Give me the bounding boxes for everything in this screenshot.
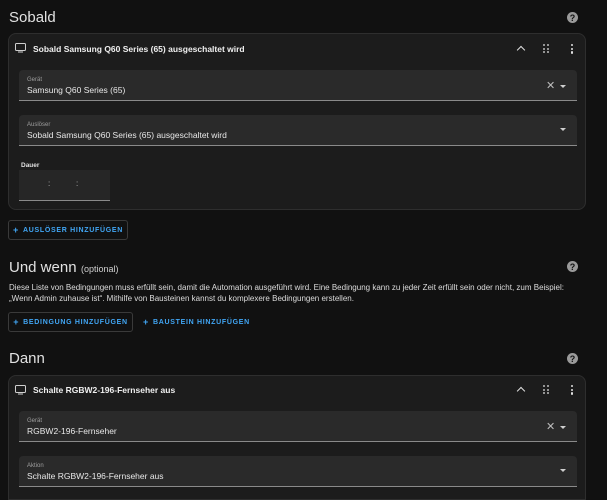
tv-icon <box>15 43 26 53</box>
add-condition-button[interactable]: + BEDINGUNG HINZUFÜGEN <box>8 312 133 332</box>
device-value: Samsung Q60 Series (65) <box>27 85 126 95</box>
duration-separator: : <box>48 179 51 188</box>
sobald-heading: Sobald <box>9 9 56 26</box>
more-options-icon[interactable] <box>571 44 574 54</box>
optional-label: (optional) <box>81 264 119 274</box>
trigger-select[interactable]: Auslöser Sobald Samsung Q60 Series (65) … <box>19 115 577 146</box>
device-select[interactable]: Gerät Samsung Q60 Series (65) ✕ <box>19 70 577 101</box>
drag-handle-icon[interactable] <box>543 44 549 53</box>
action-value: Schalte RGBW2-196-Fernseher aus <box>27 471 164 481</box>
trigger-card: Sobald Samsung Q60 Series (65) ausgescha… <box>8 33 586 210</box>
trigger-value: Sobald Samsung Q60 Series (65) ausgescha… <box>27 130 227 140</box>
more-options-icon[interactable] <box>571 385 574 395</box>
action-select[interactable]: Aktion Schalte RGBW2-196-Fernseher aus <box>19 456 577 487</box>
conditions-description: Diese Liste von Bedingungen muss erfüllt… <box>9 283 564 303</box>
add-block-button[interactable]: + BAUSTEIN HINZUFÜGEN <box>143 317 250 327</box>
clear-icon[interactable]: ✕ <box>546 81 555 92</box>
add-block-label: BAUSTEIN HINZUFÜGEN <box>152 318 250 326</box>
collapse-icon[interactable] <box>516 45 526 55</box>
plus-icon: + <box>13 317 20 327</box>
plus-icon: + <box>13 225 19 235</box>
dropdown-arrow-icon[interactable] <box>560 85 566 88</box>
dropdown-arrow-icon[interactable] <box>560 469 566 472</box>
und-wenn-title: Und wenn <box>9 259 77 276</box>
action-label: Aktion <box>27 463 44 469</box>
dropdown-arrow-icon[interactable] <box>560 128 566 131</box>
help-icon[interactable]: ? <box>567 12 578 23</box>
action-card: Schalte RGBW2-196-Fernseher aus Gerät RG… <box>8 375 586 500</box>
dann-heading: Dann <box>9 350 45 367</box>
und-wenn-heading: Und wenn (optional) <box>9 259 119 277</box>
trigger-label: Auslöser <box>27 122 51 128</box>
clear-icon[interactable]: ✕ <box>546 422 555 433</box>
add-condition-label: BEDINGUNG HINZUFÜGEN <box>23 318 128 326</box>
action-card-title: Schalte RGBW2-196-Fernseher aus <box>33 385 176 395</box>
device-value: RGBW2-196-Fernseher <box>27 426 117 436</box>
add-trigger-button[interactable]: + AUSLÖSER HINZUFÜGEN <box>8 220 128 240</box>
help-icon[interactable]: ? <box>567 261 578 272</box>
help-icon[interactable]: ? <box>567 353 578 364</box>
device-label: Gerät <box>27 418 43 424</box>
device-select[interactable]: Gerät RGBW2-196-Fernseher ✕ <box>19 411 577 442</box>
add-trigger-label: AUSLÖSER HINZUFÜGEN <box>22 226 123 234</box>
dropdown-arrow-icon[interactable] <box>560 426 566 429</box>
tv-icon <box>15 385 26 395</box>
collapse-icon[interactable] <box>516 386 526 396</box>
duration-label: Dauer <box>21 162 40 169</box>
drag-handle-icon[interactable] <box>543 385 549 394</box>
duration-input[interactable]: : : <box>19 170 110 201</box>
duration-separator: : <box>76 179 79 188</box>
trigger-card-title: Sobald Samsung Q60 Series (65) ausgescha… <box>33 44 245 54</box>
device-label: Gerät <box>27 77 43 83</box>
plus-icon: + <box>143 317 149 327</box>
